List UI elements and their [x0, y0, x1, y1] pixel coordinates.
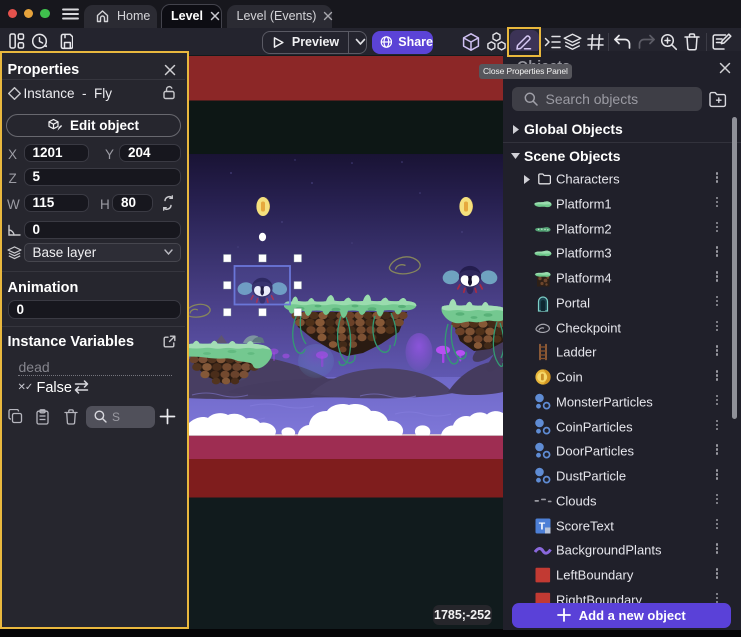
- svg-text:T: T: [539, 520, 546, 532]
